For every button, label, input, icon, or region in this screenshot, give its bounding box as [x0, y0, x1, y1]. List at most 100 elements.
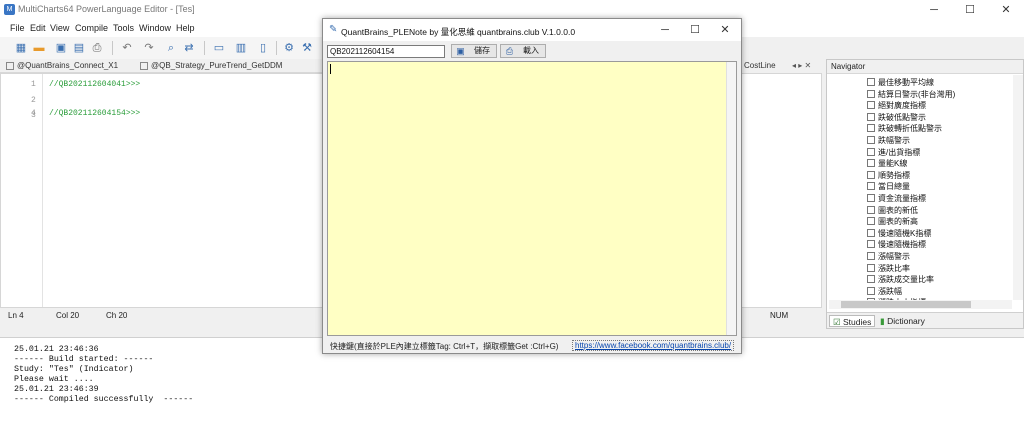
navigator-item[interactable]: 漲跌成交量比率 [867, 274, 934, 285]
menu-window[interactable]: Window [139, 23, 171, 33]
note-scrollbar[interactable] [726, 62, 736, 335]
window-2-icon[interactable]: ▥ [234, 41, 248, 55]
study-icon [867, 112, 875, 121]
load-button[interactable]: ⎙ 載入 [500, 44, 546, 58]
document-icon [140, 61, 148, 70]
save-button[interactable]: ▣ 儲存 [451, 44, 497, 58]
menu-file[interactable]: File [10, 23, 25, 33]
dialog-close-button[interactable]: ✕ [710, 19, 740, 41]
study-icon [867, 147, 875, 156]
minimize-button[interactable]: ─ [916, 0, 952, 20]
menu-tools[interactable]: Tools [113, 23, 134, 33]
dialog-title: QuantBrains_PLENote by 量化思維 quantbrains.… [341, 27, 576, 37]
pencil-icon: ✎ [329, 24, 338, 35]
menu-edit[interactable]: Edit [30, 23, 46, 33]
tab-dictionary[interactable]: ▮ Dictionary [877, 315, 928, 327]
dialog-maximize-button[interactable]: ☐ [680, 19, 710, 41]
save-all-icon[interactable]: ▤ [72, 41, 86, 55]
study-icon [867, 263, 875, 272]
navigator-item-label: 跌破轉折低點警示 [878, 124, 942, 134]
navigator-item[interactable]: 跌破轉折低點警示 [867, 123, 942, 134]
navigator-item[interactable]: 跌幅警示 [867, 135, 910, 146]
study-icon [867, 170, 875, 179]
navigator-item[interactable]: 慢速隨機指標 [867, 239, 926, 250]
dialog-minimize-button[interactable]: ─ [650, 19, 680, 41]
find-icon[interactable]: ⌕ [164, 41, 178, 55]
code-line[interactable]: //QB202112604041>>> [49, 80, 140, 89]
navigator-item-label: 圖表的新低 [878, 205, 918, 215]
study-icon [867, 228, 875, 237]
navigator-item[interactable]: 資金流量指標 [867, 193, 926, 204]
tab-scroll-arrows-icon[interactable]: ◂ ▸ ✕ [792, 60, 811, 72]
navigator-item-label: 慢速隨機K指標 [878, 228, 932, 238]
study-icon [867, 136, 875, 144]
navigator-item[interactable]: 漲跌幅 [867, 286, 902, 297]
document-icon [6, 61, 14, 70]
menu-help[interactable]: Help [176, 23, 195, 33]
menu-view[interactable]: View [50, 23, 69, 33]
navigator-item-label: 結算日警示(非台灣用) [878, 89, 956, 99]
menu-compile[interactable]: Compile [75, 23, 108, 33]
navigator-item[interactable]: 結算日警示(非台灣用) [867, 89, 955, 100]
save-icon: ▣ [456, 46, 465, 56]
tab-strip-right: CostLine ◂ ▸ ✕ [742, 59, 826, 73]
new-icon[interactable]: ▦ [14, 41, 28, 55]
dialog-footer: 快捷鍵(直接於PLE內建立標籤Tag: Ctrl+T，擷取標籤Get :Ctrl… [323, 339, 741, 354]
navigator-scrollbar[interactable] [1013, 75, 1023, 300]
redo-icon[interactable]: ↷ [142, 41, 156, 55]
replace-icon[interactable]: ⇄ [182, 41, 196, 55]
maximize-button[interactable]: ☐ [952, 0, 988, 20]
tab-label: @QuantBrains_Connect_X1 [17, 61, 119, 70]
navigator-item[interactable]: 量能K線 [867, 158, 907, 169]
line-number: 4 [31, 109, 36, 118]
save-label: 儲存 [474, 46, 490, 55]
tab-qb-strategy[interactable]: @QB_Strategy_PureTrend_GetDDM [140, 60, 282, 72]
navigator-item-label: 慢速隨機指標 [878, 240, 926, 250]
navigator-item[interactable]: 漲幅警示 [867, 251, 910, 262]
hscroll-thumb[interactable] [841, 301, 971, 308]
tab-studies[interactable]: ☑ Studies [829, 315, 876, 327]
note-textarea[interactable] [327, 61, 737, 336]
navigator-item-label: 跌破低點警示 [878, 112, 926, 122]
study-icon [867, 252, 875, 260]
navigator-item[interactable]: 漲跌比率 [867, 263, 910, 274]
navigator-item-label: 量能K線 [878, 159, 908, 169]
code-line[interactable]: //QB202112604154>>> [49, 109, 140, 118]
navigator-item[interactable]: 絕對廣度指標 [867, 100, 926, 111]
navigator-item[interactable]: 慢速隨機K指標 [867, 228, 931, 239]
build-icon[interactable]: ⚒ [300, 41, 314, 55]
window-3-icon[interactable]: ▯ [256, 41, 270, 55]
print-icon[interactable]: ⎙ [90, 41, 104, 55]
save-icon[interactable]: ▣ [54, 41, 68, 55]
study-icon [867, 101, 875, 110]
navigator-item[interactable]: 最佳移動平均線 [867, 77, 934, 88]
undo-icon[interactable]: ↶ [120, 41, 134, 55]
navigator-item[interactable]: 順勢指標 [867, 170, 910, 181]
navigator-item[interactable]: 當日總量 [867, 181, 910, 192]
navigator-item[interactable]: 進/出貨指標 [867, 147, 920, 158]
open-folder-icon[interactable]: ▬ [32, 41, 46, 55]
text-cursor [330, 64, 331, 74]
navigator-item[interactable]: 跌破低點警示 [867, 112, 926, 123]
facebook-link[interactable]: https://www.facebook.com/quantbrains.clu… [572, 340, 735, 351]
navigator-item-label: 圖表的新高 [878, 217, 918, 227]
toolbar-separator [276, 41, 277, 55]
navigator-item[interactable]: 圖表的新高 [867, 216, 918, 227]
navigator-item-label: 絕對廣度指標 [878, 101, 926, 111]
status-column: Col 20 [56, 311, 80, 320]
navigator-item-label: 最佳移動平均線 [878, 78, 934, 87]
study-icon [867, 89, 875, 98]
navigator-hscrollbar[interactable] [829, 300, 1012, 309]
navigator-item-label: 跌幅警示 [878, 136, 910, 145]
window-1-icon[interactable]: ▭ [212, 41, 226, 55]
close-button[interactable]: ✕ [988, 0, 1024, 20]
tab-dictionary-label: Dictionary [887, 316, 925, 326]
tag-input[interactable]: QB202112604154 [327, 45, 445, 58]
study-icon [867, 205, 875, 214]
navigator-item[interactable]: 圖表的新低 [867, 205, 918, 216]
tab-quantbrains-connect[interactable]: @QuantBrains_Connect_X1 [6, 60, 118, 72]
toolbar-separator [204, 41, 205, 55]
compile-icon[interactable]: ⚙ [282, 41, 296, 55]
navigator-panel: Navigator 最佳移動平均線 結算日警示(非台灣用) 絕對廣度指標 跌破低點警示… [826, 59, 1024, 329]
tab-costline[interactable]: CostLine [744, 60, 776, 72]
